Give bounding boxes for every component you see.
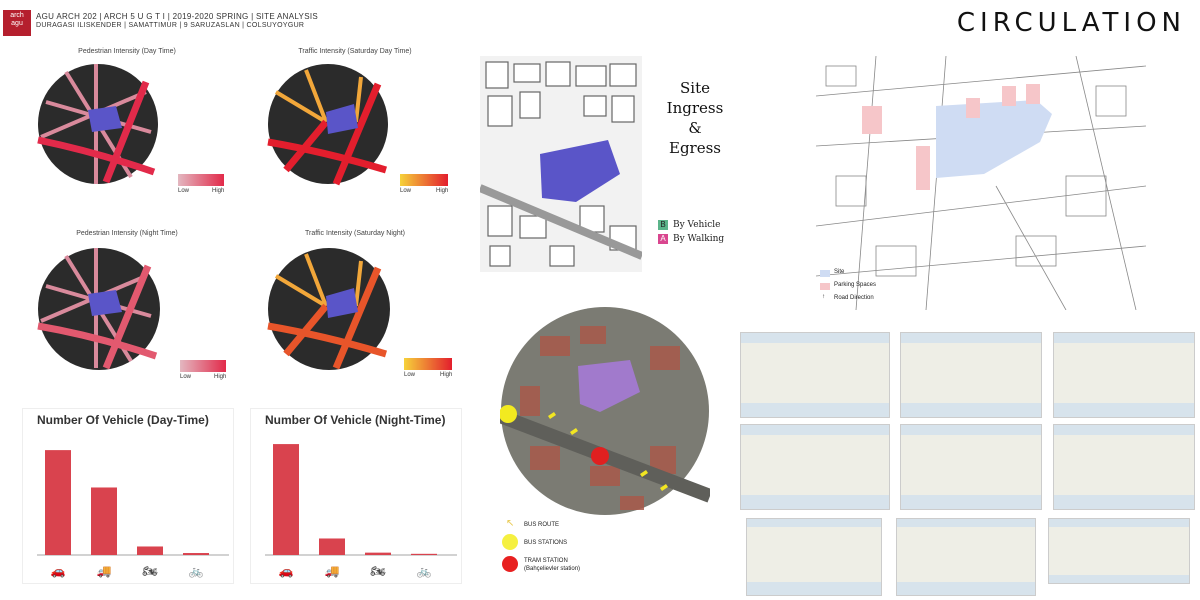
vehicle-night-chart: 🚗 🚚 🏍 🚲 [265,444,457,578]
car-icon: 🚗 [51,564,66,578]
car-icon: 🚗 [279,564,294,578]
intensity-map-2: Traffic Intensity (Saturday Day Time) Lo… [250,44,460,202]
bar-car [273,444,299,555]
traffic-night-map [267,248,390,370]
truck-icon: 🚚 [97,564,112,578]
bus-station-icon [502,534,518,550]
tram-station-icon [502,556,518,572]
tram-station-label: TRAM STATION [524,558,568,564]
parking-map [816,56,1146,310]
site-ingress-panel: Site Ingress & Egress B By Vehicle A By … [480,56,744,272]
site-ingress-title: Site Ingress & Egress [666,79,724,157]
bus-route-icon: ↖ [506,518,515,529]
intensity-map-1: Pedestrian Intensity (Day Time) Low High [22,44,232,202]
site-legend-swatch [820,270,830,277]
route-map-6 [1053,424,1195,510]
route-map-9 [1048,518,1190,584]
intensity-legend-bar [180,360,226,372]
pedestrian-night-map [37,248,160,370]
header-course-line: AGU ARCH 202 | ARCH 5 U G T I | 2019-202… [36,12,318,21]
route-map-1 [740,332,890,418]
site-legend-label: Site [834,269,845,275]
route-map-2 [900,332,1042,418]
vehicle-night-chart-panel: Number Of Vehicle (Night-Time) 🚗 🚚 🏍 🚲 [250,408,462,584]
route-map-5 [900,424,1042,510]
header-authors-line: DURAGASI ILISKENDER | SAMATTIMUR | 9 SAR… [36,22,305,29]
bus-stations-label: BUS STATIONS [524,540,568,546]
site-ingress-map [480,56,642,272]
vehicle-day-chart: 🚗 🚚 🏍 🚲 [37,450,229,578]
route-map-3 [1053,332,1195,418]
intensity-map-4: Traffic Intensity (Saturday Night) Low H… [250,226,460,388]
pedestrian-day-map [37,64,158,184]
motorcycle-icon: 🏍 [142,564,157,578]
parking-legend-label: Parking Spaces [834,282,877,288]
traffic-day-map [267,64,388,186]
bar-motorcycle [365,552,391,555]
transit-panel: ↖ BUS ROUTE BUS STATIONS TRAM STATION (B… [480,292,740,584]
walking-legend-swatch: A [658,234,668,244]
arrow-icon: ↑ [822,294,825,300]
bicycle-icon: 🚲 [189,564,204,578]
bicycle-icon: 🚲 [417,564,432,578]
transit-aerial-map [500,307,710,515]
intensity-legend-bar [178,174,224,186]
vehicle-legend-label: By Vehicle [673,220,721,230]
motorcycle-icon: 🏍 [370,564,385,578]
tram-station-name: (Bahçelievler station) [524,566,581,572]
parking-legend-swatch [820,283,830,290]
bar-truck [319,538,345,555]
intensity-legend-bar [404,358,452,370]
bus-route-label: BUS ROUTE [524,522,560,528]
parking-map-panel: Site Parking Spaces ↑ Road Direction [816,56,1146,310]
walking-legend-label: By Walking [673,234,725,244]
bar-motorcycle [137,546,163,555]
route-map-8 [896,518,1036,596]
intensity-map-3: Pedestrian Intensity (Night Time) Low Hi… [22,226,232,388]
page-title: CIRCULATION [956,8,1186,38]
vehicle-legend-swatch: B [658,220,668,230]
bar-truck [91,487,117,555]
route-map-7 [746,518,882,596]
route-map-4 [740,424,890,510]
truck-icon: 🚚 [325,564,340,578]
bar-car [45,450,71,555]
bar-bicycle [411,553,437,555]
road-legend-label: Road Direction [834,295,874,301]
vehicle-day-chart-panel: Number Of Vehicle (Day-Time) 🚗 🚚 🏍 🚲 [22,408,234,584]
intensity-legend-bar [400,174,448,186]
bar-bicycle [183,553,209,555]
school-logo: arch agu [3,10,31,36]
